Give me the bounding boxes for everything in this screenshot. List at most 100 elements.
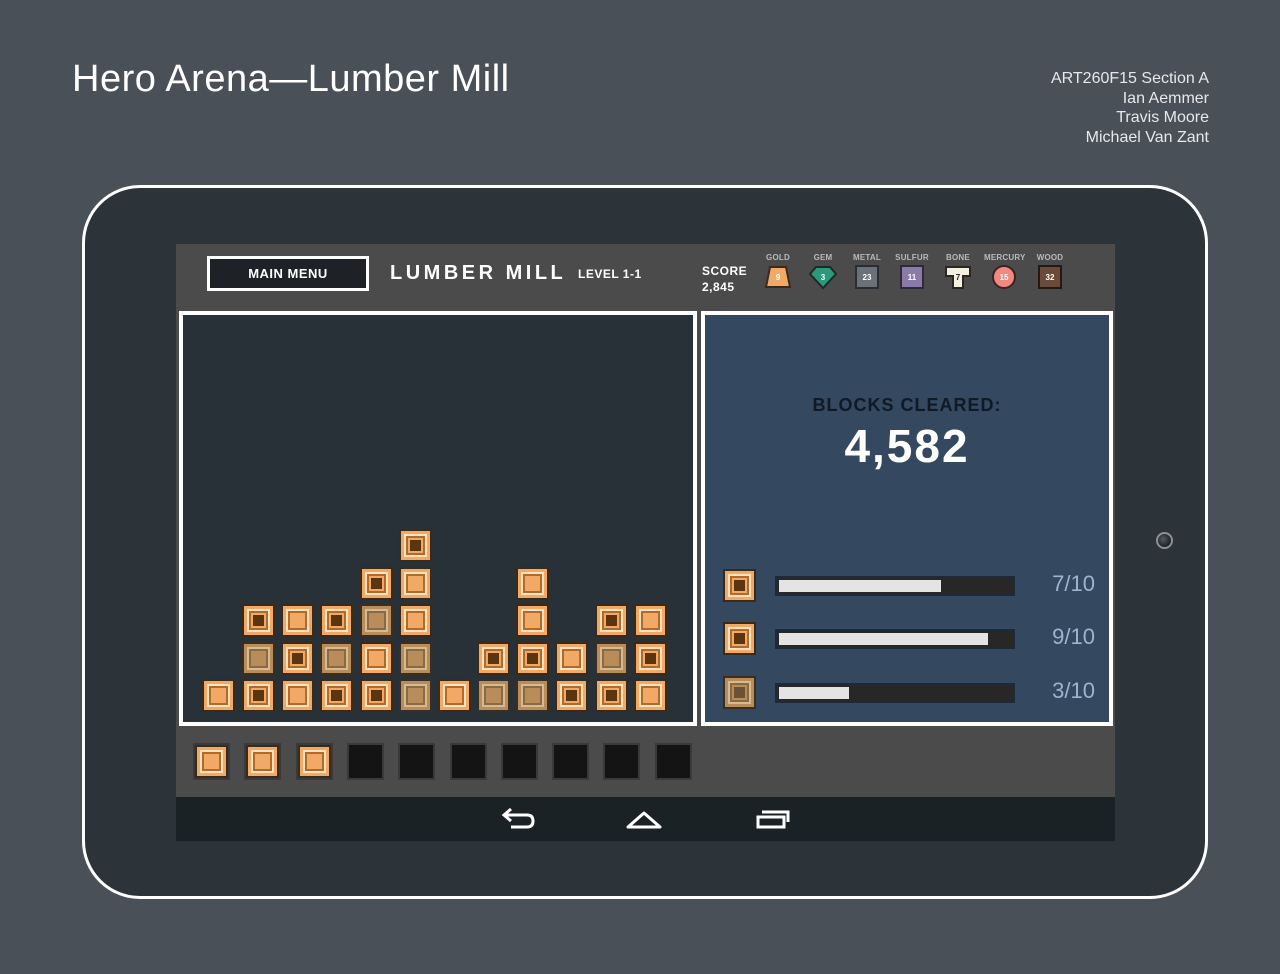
wood-block[interactable]: [555, 679, 588, 712]
wood-block[interactable]: [360, 567, 393, 600]
wood-block[interactable]: [242, 642, 275, 675]
gold-icon: 9: [763, 264, 793, 290]
goal-progress-bar: [775, 629, 1015, 649]
resource-count: 23: [862, 272, 872, 282]
tray-slot[interactable]: [346, 743, 384, 780]
blocks-cleared-value: 4,582: [844, 420, 970, 472]
score-label: SCORE: [702, 264, 748, 278]
wood-block[interactable]: [320, 642, 353, 675]
resource-bone: BONE 7: [938, 253, 978, 290]
score-value: 2,845: [702, 280, 735, 294]
wood-block[interactable]: [634, 604, 667, 637]
resource-gold: GOLD 9: [758, 253, 798, 290]
resource-count: 11: [907, 272, 917, 282]
credit-line: Travis Moore: [1116, 109, 1209, 126]
game-screen: MAIN MENU LUMBER MILL LEVEL 1-1 SCORE 2,…: [176, 244, 1115, 841]
resource-count: 3: [820, 272, 826, 282]
mercury-icon: 15: [989, 264, 1019, 290]
wood-block[interactable]: [399, 567, 432, 600]
resource-metal: METAL 23: [847, 253, 887, 290]
wood-block[interactable]: [516, 679, 549, 712]
resource-mercury: MERCURY 15: [984, 253, 1025, 290]
resource-sulfur: SULFUR 11: [892, 253, 932, 290]
credit-line: ART260F15 Section A: [1050, 70, 1209, 87]
main-menu-button[interactable]: MAIN MENU: [207, 256, 369, 291]
wood-block[interactable]: [555, 642, 588, 675]
wood-block[interactable]: [438, 679, 471, 712]
wood-block[interactable]: [516, 567, 549, 600]
block-tray: [176, 733, 1115, 797]
tray-slot[interactable]: [398, 743, 436, 780]
wood-block[interactable]: [320, 604, 353, 637]
goal-row: 7/10: [723, 569, 1103, 603]
home-icon[interactable]: [624, 805, 664, 833]
wood-block[interactable]: [399, 529, 432, 562]
wood-block[interactable]: [242, 604, 275, 637]
tray-slot[interactable]: [552, 743, 590, 780]
goal-row: 3/10: [723, 676, 1103, 710]
game-board[interactable]: [179, 311, 697, 726]
wood-block[interactable]: [634, 679, 667, 712]
goal-row: 9/10: [723, 622, 1103, 656]
goal-block-icon: [723, 676, 756, 709]
sulfur-icon: 11: [897, 264, 927, 290]
wood-block[interactable]: [399, 604, 432, 637]
wood-block[interactable]: [281, 679, 314, 712]
page-title: Hero Arena—Lumber Mill: [72, 58, 510, 100]
goal-progress-fill: [779, 580, 941, 592]
wood-block[interactable]: [360, 679, 393, 712]
wood-block[interactable]: [195, 745, 228, 778]
wood-block[interactable]: [360, 604, 393, 637]
wood-block[interactable]: [595, 679, 628, 712]
resource-wood: WOOD 32: [1030, 253, 1070, 290]
camera-icon: [1156, 532, 1173, 549]
wood-block[interactable]: [399, 679, 432, 712]
wood-block[interactable]: [399, 642, 432, 675]
resource-label: SULFUR: [895, 253, 929, 262]
resource-label: GEM: [813, 253, 833, 262]
wood-block[interactable]: [202, 679, 235, 712]
resource-count: 32: [1045, 272, 1055, 282]
blocks-cleared-label: BLOCKS CLEARED:: [812, 395, 1002, 415]
wood-block[interactable]: [477, 679, 510, 712]
goal-block-icon: [723, 622, 756, 655]
wood-block[interactable]: [297, 745, 331, 778]
wood-block[interactable]: [516, 604, 549, 637]
recent-apps-icon[interactable]: [752, 805, 792, 833]
metal-icon: 23: [852, 264, 882, 290]
resource-label: BONE: [946, 253, 970, 262]
tray-slot[interactable]: [654, 743, 692, 780]
tray-slot[interactable]: [295, 743, 333, 780]
top-bar: MAIN MENU LUMBER MILL LEVEL 1-1 SCORE 2,…: [176, 244, 1115, 304]
back-icon[interactable]: [497, 805, 537, 833]
wood-block[interactable]: [595, 642, 628, 675]
tray-slot[interactable]: [449, 743, 487, 780]
resource-count: 15: [999, 272, 1009, 282]
wood-block[interactable]: [477, 642, 510, 675]
goal-text: 3/10: [1052, 678, 1095, 703]
goal-block-icon: [723, 569, 756, 602]
wood-block[interactable]: [634, 642, 667, 675]
wood-icon: 32: [1035, 264, 1065, 290]
goal-progress-fill: [779, 633, 988, 645]
tray-slot[interactable]: [244, 743, 282, 780]
wood-block[interactable]: [281, 642, 314, 675]
wood-block[interactable]: [320, 679, 353, 712]
resource-count: 9: [775, 272, 781, 282]
level-number: LEVEL 1-1: [578, 267, 642, 281]
credits: ART260F15 Section A Ian Aemmer Travis Mo…: [1051, 69, 1209, 147]
wood-block[interactable]: [242, 679, 275, 712]
tray-slot[interactable]: [603, 743, 641, 780]
goal-progress-bar: [775, 683, 1015, 703]
wood-block[interactable]: [360, 642, 393, 675]
goal-progress-bar: [775, 576, 1015, 596]
wood-block[interactable]: [516, 642, 549, 675]
wood-block[interactable]: [595, 604, 628, 637]
android-nav-bar: [176, 797, 1115, 841]
tray-slot[interactable]: [500, 743, 538, 780]
tray-slot[interactable]: [193, 743, 230, 780]
resource-label: WOOD: [1036, 253, 1064, 262]
wood-block[interactable]: [246, 745, 280, 778]
credit-line: Michael Van Zant: [1085, 128, 1209, 146]
wood-block[interactable]: [281, 604, 314, 637]
